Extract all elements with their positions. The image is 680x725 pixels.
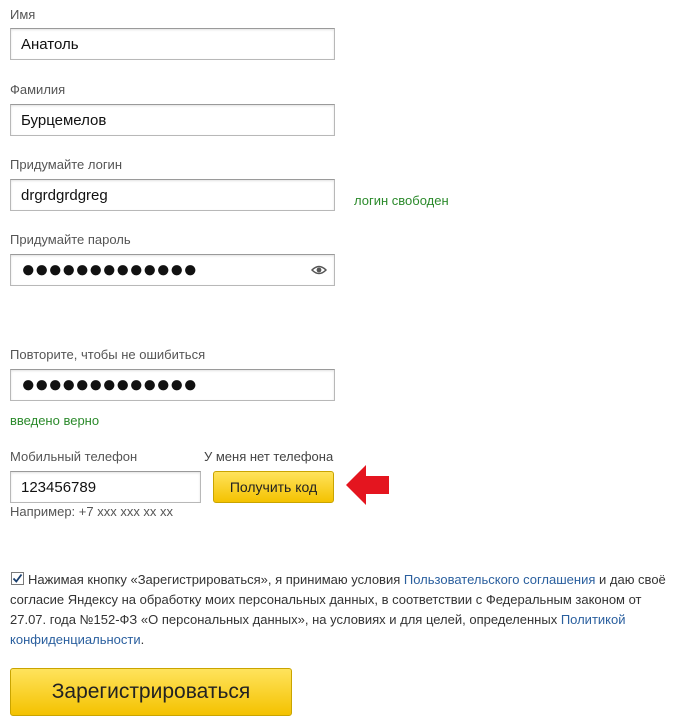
last-name-label: Фамилия xyxy=(10,82,66,97)
login-status: логин свободен xyxy=(354,193,449,208)
register-button[interactable]: Зарегистрироваться xyxy=(10,668,292,716)
agreement-text-part-3: . xyxy=(140,632,145,647)
phone-example: Например: +7 xxx xxx xx xx xyxy=(10,504,174,519)
first-name-label: Имя xyxy=(10,7,36,22)
login-label: Придумайте логин xyxy=(10,157,122,172)
agreement-text: Нажимая кнопку «Зарегистрироваться», я п… xyxy=(10,570,680,650)
phone-input[interactable] xyxy=(10,471,201,503)
red-arrow-left-icon xyxy=(346,464,390,506)
password-masked-value: ●●●●●●●●●●●●● xyxy=(21,256,197,283)
eye-icon[interactable] xyxy=(310,263,328,277)
password-label: Придумайте пароль xyxy=(10,232,131,247)
no-phone-link[interactable]: У меня нет телефона xyxy=(204,449,333,464)
password-repeat-masked-value: ●●●●●●●●●●●●● xyxy=(21,371,197,398)
password-input[interactable]: ●●●●●●●●●●●●● xyxy=(10,254,335,286)
password-repeat-input[interactable]: ●●●●●●●●●●●●● xyxy=(10,369,335,401)
password-repeat-status: введено верно xyxy=(10,413,100,428)
phone-label: Мобильный телефон xyxy=(10,449,138,464)
password-repeat-label: Повторите, чтобы не ошибиться xyxy=(10,347,206,362)
first-name-input[interactable] xyxy=(10,28,335,60)
agreement-text-part-1: Нажимая кнопку «Зарегистрироваться», я п… xyxy=(28,572,404,587)
user-agreement-link[interactable]: Пользовательского соглашения xyxy=(404,572,596,587)
get-code-button[interactable]: Получить код xyxy=(213,471,334,503)
last-name-input[interactable] xyxy=(10,104,335,136)
login-input[interactable] xyxy=(10,179,335,211)
